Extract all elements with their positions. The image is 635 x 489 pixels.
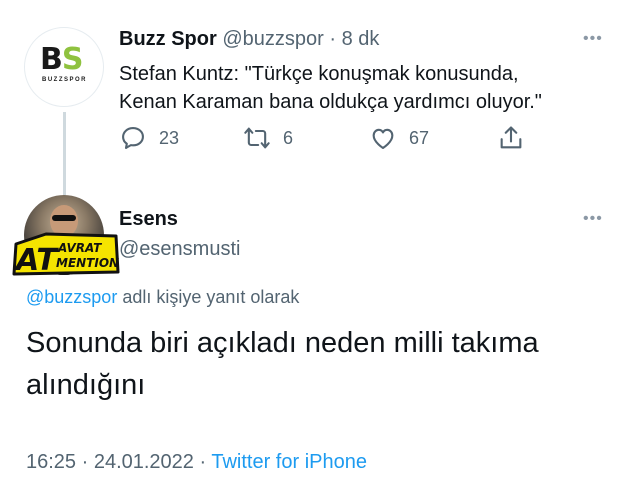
tweet1-text: Stefan Kuntz: "Türkçe konuşmak konusunda… xyxy=(119,60,619,116)
reply-mention-link[interactable]: @buzzspor xyxy=(26,287,117,307)
like-count: 67 xyxy=(409,127,430,148)
tweet2-meta: 16:25 · 24.01.2022 · Twitter for iPhone xyxy=(26,451,367,474)
sticker-line2-text: MENTION xyxy=(56,256,119,270)
tweet2-text-line: alındığını xyxy=(26,369,146,401)
thread-connector-line xyxy=(63,112,66,207)
reply-suffix-text: adlı kişiye yanıt olarak xyxy=(117,287,300,307)
like-button[interactable]: 67 xyxy=(369,124,429,152)
tweet1-text-line: Stefan Kuntz: "Türkçe konuşmak konusunda… xyxy=(119,63,519,85)
tweet2-text-line: Sonunda biri açıkladı neden milli takıma xyxy=(26,327,539,359)
tweet2-text: Sonunda biri açıkladı neden milli takıma… xyxy=(26,322,616,406)
replying-to-line: @buzzspor adlı kişiye yanıt olarak xyxy=(26,287,299,308)
tweet2-source-link[interactable]: Twitter for iPhone xyxy=(211,451,367,473)
tweet1-separator: · xyxy=(329,28,337,50)
tweet1-timestamp[interactable]: 8 dk xyxy=(342,28,380,50)
tweet2-author-handle[interactable]: @esensmusti xyxy=(119,238,240,261)
share-button[interactable] xyxy=(497,124,525,152)
heart-icon xyxy=(372,128,394,149)
share-icon xyxy=(500,126,522,149)
tweet1-author-handle[interactable]: @buzzspor xyxy=(222,28,323,50)
more-options-icon[interactable]: ••• xyxy=(583,210,603,228)
retweet-icon xyxy=(244,127,270,149)
buzzspor-logo: BS BUZZSPOR xyxy=(40,42,87,84)
retweet-button[interactable]: 6 xyxy=(243,124,293,152)
tweet1-header: Buzz Spor @buzzspor · 8 dk xyxy=(119,28,379,51)
tweet2-author-name[interactable]: Esens xyxy=(119,208,178,231)
reply-icon xyxy=(122,127,144,149)
tweet1-text-line: Kenan Karaman bana oldukça yardımcı oluy… xyxy=(119,91,542,113)
retweet-count: 6 xyxy=(283,127,294,148)
reply-button[interactable]: 23 xyxy=(119,124,179,152)
sticker-line1-text: AVRAT xyxy=(57,241,102,255)
tweet1-author-name[interactable]: Buzz Spor xyxy=(119,28,217,50)
sticker-at-text: AT xyxy=(14,243,59,276)
more-options-icon[interactable]: ••• xyxy=(583,30,603,48)
reply-count: 23 xyxy=(159,127,180,148)
buzzspor-avatar[interactable]: BS BUZZSPOR xyxy=(24,27,104,107)
tweet1-actions: 23 6 67 xyxy=(119,124,539,154)
tweet2-timestamp[interactable]: 16:25 · 24.01.2022 · xyxy=(26,451,211,473)
avrat-mention-sticker: AT AVRAT MENTION xyxy=(12,232,120,276)
